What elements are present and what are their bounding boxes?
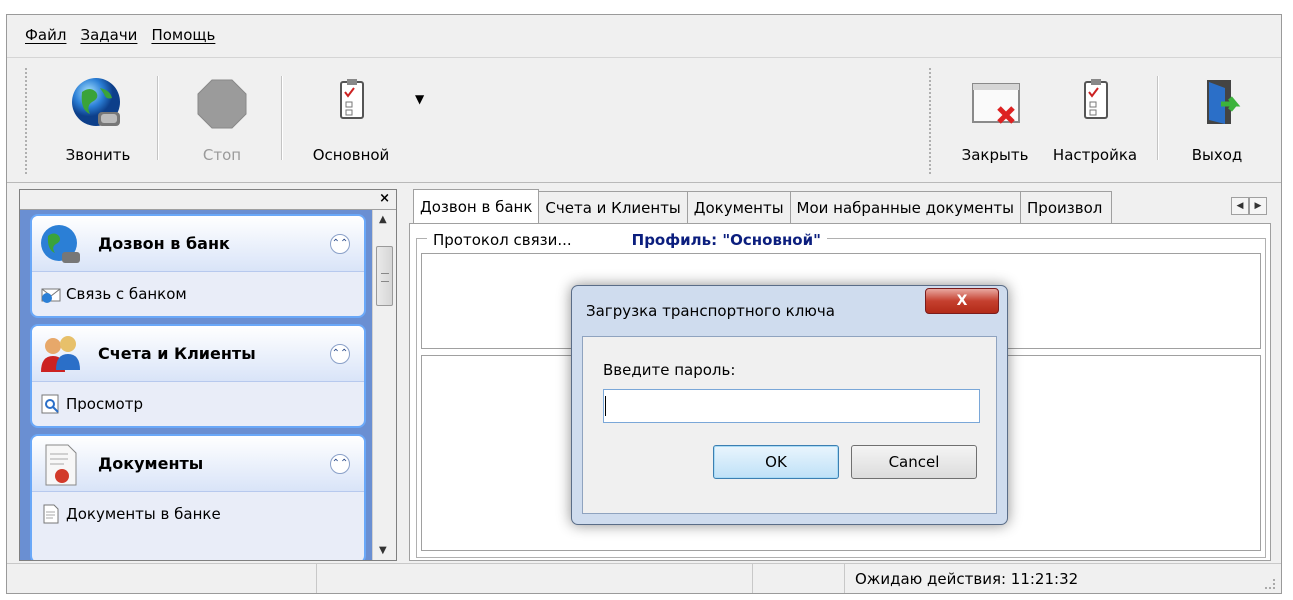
- close-window-icon: [972, 83, 1020, 124]
- tab-my-documents[interactable]: Мои набранные документы: [789, 191, 1022, 223]
- dialog-close-button[interactable]: X: [925, 288, 999, 314]
- stop-label: Стоп: [202, 146, 242, 164]
- status-section: [317, 564, 753, 593]
- globe-phone-icon: [72, 78, 120, 126]
- settings-button[interactable]: Настройка: [1045, 70, 1145, 164]
- settings-label: Настройка: [1052, 146, 1138, 164]
- stop-octagon-icon: [197, 79, 247, 129]
- toolbar: Звонить Стоп Основной ▼ Закрыть Настройк…: [7, 57, 1281, 183]
- nav-item-view[interactable]: Просмотр: [32, 382, 364, 426]
- tab-documents[interactable]: Документы: [686, 191, 791, 223]
- navigation-panel: × Дозвон в банк ⌃⌃ Связь с банком Счета …: [19, 189, 397, 561]
- collapse-icon[interactable]: ⌃⌃: [330, 234, 350, 254]
- dialog-body: Введите пароль: OK Cancel: [582, 336, 997, 514]
- mail-globe-icon: [41, 288, 61, 303]
- menu-tasks[interactable]: Задачи: [80, 26, 137, 44]
- resize-grip-icon[interactable]: [1265, 579, 1275, 589]
- tab-scroll-right-icon[interactable]: ▶: [1249, 197, 1267, 215]
- password-input[interactable]: [603, 389, 980, 423]
- status-bar: Ожидаю действия: 11:21:32: [7, 563, 1281, 593]
- toolbar-separator: [281, 76, 283, 160]
- document-seal-icon: [45, 444, 77, 486]
- nav-item-bank-connection[interactable]: Связь с банком: [32, 272, 364, 316]
- nav-item-label: Документы в банке: [66, 505, 221, 523]
- group-header[interactable]: Документы ⌃⌃: [32, 436, 364, 492]
- protocol-title: Протокол связи...: [433, 231, 572, 249]
- group-header[interactable]: Счета и Клиенты ⌃⌃: [32, 326, 364, 382]
- ok-button[interactable]: OK: [713, 445, 839, 479]
- panel-header: ×: [20, 190, 396, 210]
- users-icon: [41, 336, 80, 372]
- cancel-button[interactable]: Cancel: [851, 445, 977, 479]
- close-label: Закрыть: [961, 146, 1029, 164]
- call-label: Звонить: [65, 146, 131, 164]
- nav-item-bank-documents[interactable]: Документы в банке: [32, 492, 364, 536]
- clipboard-icon: [1084, 79, 1108, 119]
- status-text: Ожидаю действия: 11:21:32: [855, 569, 1079, 588]
- status-section: [753, 564, 845, 593]
- profile-name: Профиль: "Основной": [631, 231, 821, 249]
- toolbar-separator: [1157, 76, 1159, 160]
- tab-custom[interactable]: Произвол: [1020, 191, 1113, 223]
- chevron-down-icon[interactable]: ▼: [415, 92, 424, 106]
- status-section: [7, 564, 317, 593]
- close-icon[interactable]: ×: [379, 191, 390, 206]
- menu-bar: Файл Задачи Помощь: [7, 15, 1281, 55]
- password-label: Введите пароль:: [603, 361, 736, 379]
- group-title: Документы: [98, 454, 204, 473]
- tab-strip: Дозвон в банк Счета и Клиенты Документы …: [413, 189, 1113, 223]
- menu-file[interactable]: Файл: [25, 26, 66, 44]
- protocol-legend: Протокол связи... Профиль: "Основной": [427, 231, 827, 249]
- menu-help[interactable]: Помощь: [151, 26, 215, 44]
- group-bank-call: Дозвон в банк ⌃⌃ Связь с банком: [30, 214, 366, 318]
- toolbar-grip[interactable]: [25, 68, 28, 174]
- group-header[interactable]: Дозвон в банк ⌃⌃: [32, 216, 364, 272]
- nav-item-label: Просмотр: [66, 395, 143, 413]
- document-icon: [43, 504, 59, 524]
- collapse-icon[interactable]: ⌃⌃: [330, 344, 350, 364]
- collapse-icon[interactable]: ⌃⌃: [330, 454, 350, 474]
- group-title: Дозвон в банк: [98, 234, 230, 253]
- exit-label: Выход: [1191, 146, 1243, 164]
- clipboard-icon: [340, 79, 364, 119]
- scroll-down-icon[interactable]: ▼: [379, 545, 387, 556]
- sidebar-scrollbar[interactable]: ▲ ▼: [372, 210, 396, 560]
- nav-item-label: Связь с банком: [66, 285, 187, 303]
- password-dialog: Загрузка транспортного ключа X Введите п…: [571, 285, 1008, 525]
- globe-phone-icon: [41, 225, 80, 263]
- navigation-groups: Дозвон в банк ⌃⌃ Связь с банком Счета и …: [20, 210, 372, 560]
- call-button[interactable]: Звонить: [55, 70, 141, 164]
- tab-scroll-left-icon[interactable]: ◀: [1231, 197, 1249, 215]
- exit-button[interactable]: Выход: [1175, 70, 1259, 164]
- scroll-thumb[interactable]: [376, 246, 393, 306]
- scroll-up-icon[interactable]: ▲: [379, 214, 387, 225]
- exit-door-icon: [1207, 80, 1241, 124]
- profile-label: Основной: [312, 146, 390, 164]
- tab-bank-call[interactable]: Дозвон в банк: [413, 189, 540, 223]
- text-caret: [605, 396, 606, 416]
- dialog-title: Загрузка транспортного ключа: [586, 302, 835, 320]
- toolbar-grip[interactable]: [929, 68, 932, 174]
- group-accounts-clients: Счета и Клиенты ⌃⌃ Просмотр: [30, 324, 366, 428]
- tab-accounts-clients[interactable]: Счета и Клиенты: [538, 191, 688, 223]
- tab-scroll: ◀ ▶: [1231, 197, 1267, 215]
- toolbar-separator: [157, 76, 159, 160]
- profile-button[interactable]: Основной: [303, 70, 399, 164]
- magnifier-icon: [41, 394, 59, 414]
- close-button[interactable]: Закрыть: [951, 70, 1039, 164]
- group-documents: Документы ⌃⌃ Документы в банке: [30, 434, 366, 560]
- stop-button[interactable]: Стоп: [179, 70, 265, 164]
- group-title: Счета и Клиенты: [98, 344, 256, 363]
